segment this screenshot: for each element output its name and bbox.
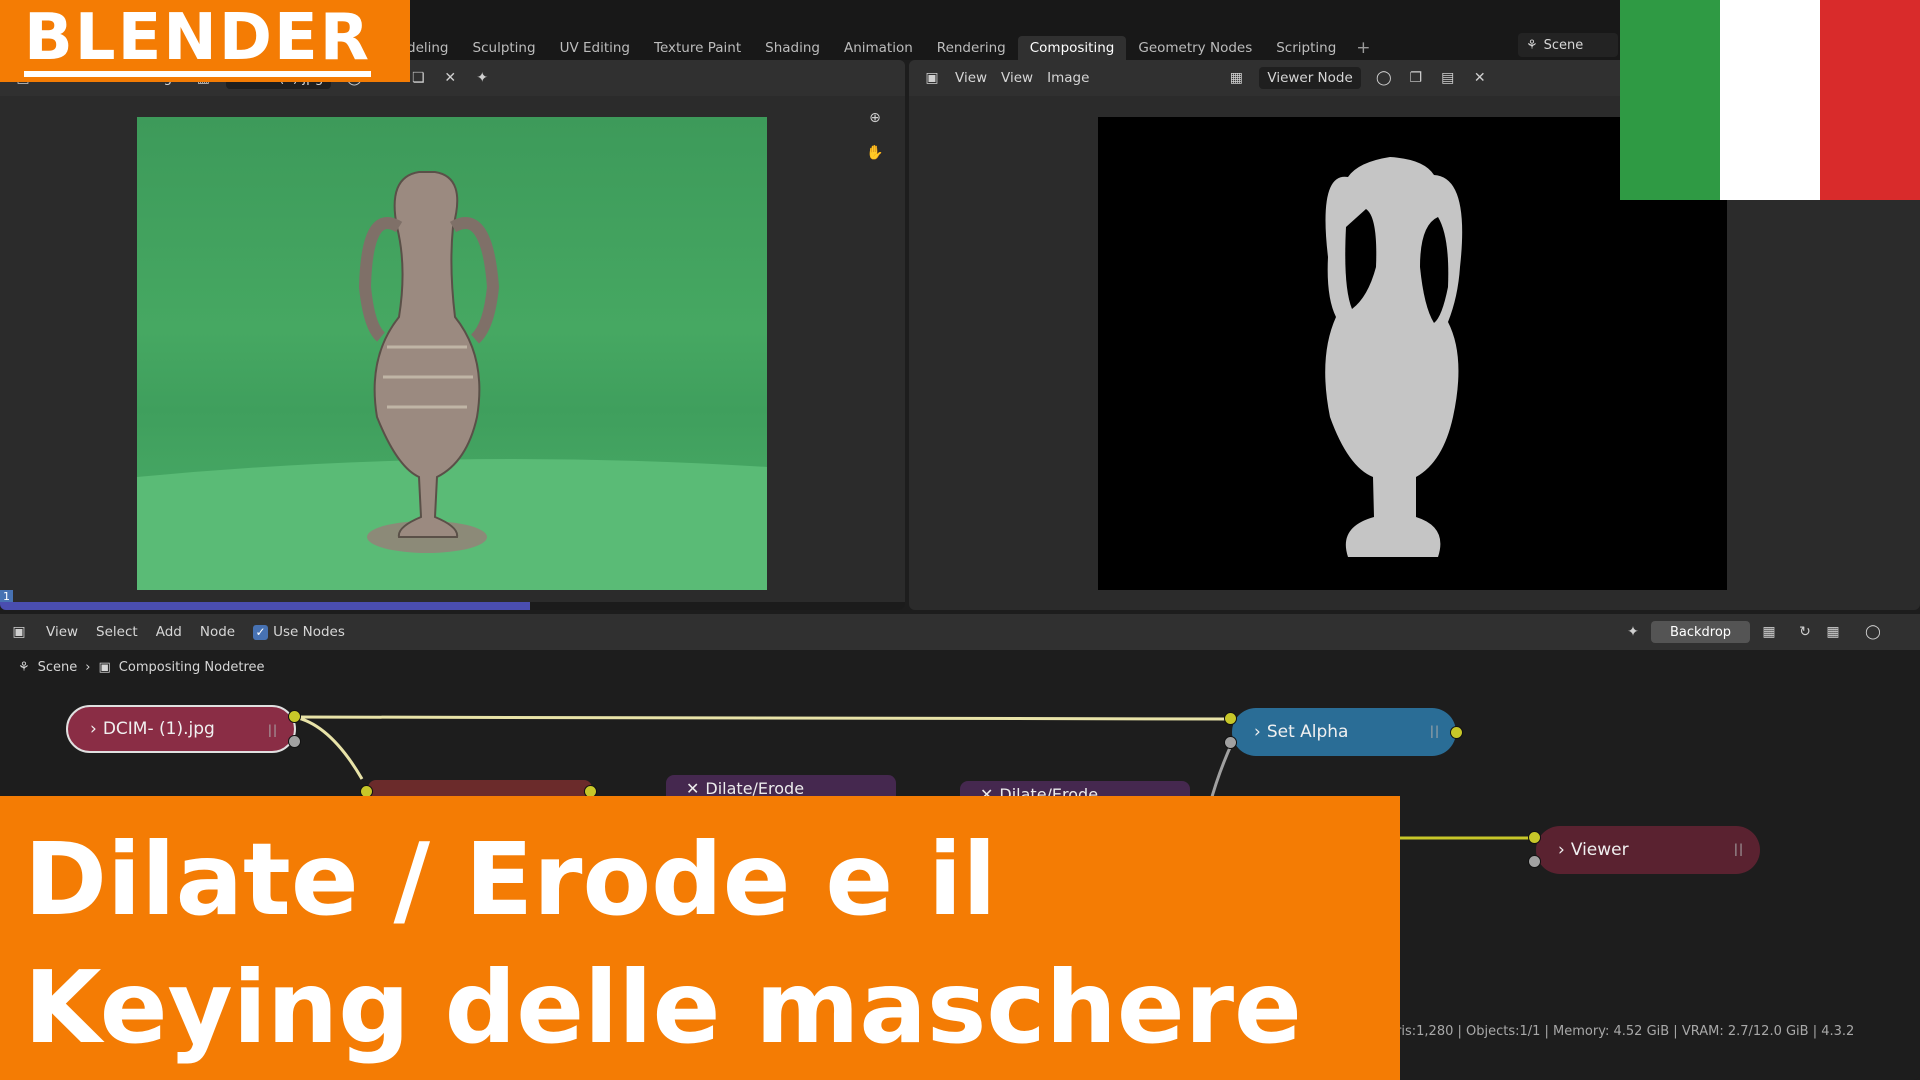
set-alpha-image-input[interactable] <box>1224 712 1237 725</box>
zoom-icon[interactable]: ⊕ <box>866 109 884 127</box>
title-banner: Dilate / Erode e il Keying delle mascher… <box>0 796 1400 1080</box>
image-node-label: DCIM- (1).jpg <box>102 719 215 739</box>
tab-animation[interactable]: Animation <box>832 36 925 60</box>
workspace-tabs: deling Sculpting UV Editing Texture Pain… <box>395 36 1379 60</box>
timeline-fill <box>0 602 530 610</box>
scene-name: Scene <box>1543 37 1584 53</box>
flag-red-stripe <box>1820 0 1920 200</box>
flag-white-stripe <box>1720 0 1820 200</box>
drag-grip-icon[interactable]: || <box>268 723 278 737</box>
chevron-right-icon: › <box>1254 722 1261 742</box>
viewer-node[interactable]: › Viewer || <box>1536 826 1760 874</box>
viewer-node-label: Viewer <box>1570 840 1629 860</box>
set-alpha-output[interactable] <box>1450 726 1463 739</box>
set-alpha-node[interactable]: › Set Alpha || <box>1232 708 1456 756</box>
tab-shading[interactable]: Shading <box>753 36 832 60</box>
unlink-icon[interactable]: ✕ <box>1471 69 1489 87</box>
image-editor-left: ▣ View View Image ▦ DCIM- (1).jpg ◯ ❐ ❏ … <box>0 60 905 610</box>
vase-image <box>137 171 767 590</box>
tab-texture-paint[interactable]: Texture Paint <box>642 36 753 60</box>
tab-scripting[interactable]: Scripting <box>1264 36 1348 60</box>
logo-text: BLENDER <box>24 1 371 77</box>
new-image-icon[interactable]: ❏ <box>409 69 427 87</box>
set-alpha-alpha-input[interactable] <box>1224 736 1237 749</box>
editor-type-icon[interactable]: ▣ <box>923 69 941 87</box>
pin-icon[interactable]: ✦ <box>473 69 491 87</box>
unlink-icon[interactable]: ✕ <box>441 69 459 87</box>
italian-flag <box>1620 0 1920 200</box>
image-node[interactable]: › DCIM- (1).jpg || <box>66 705 296 753</box>
scene-selector[interactable]: ⚘ Scene <box>1518 33 1618 57</box>
chevron-right-icon: › <box>90 719 97 739</box>
scene-icon: ⚘ <box>1526 37 1538 53</box>
title-line-2: Keying delle maschere <box>24 949 1302 1066</box>
drag-grip-icon[interactable]: || <box>1734 842 1744 856</box>
set-alpha-label: Set Alpha <box>1266 722 1349 742</box>
folder-icon[interactable]: ▤ <box>1439 69 1457 87</box>
drag-grip-icon[interactable]: || <box>1430 724 1440 738</box>
flag-green-stripe <box>1620 0 1720 200</box>
fake-user-icon[interactable]: ◯ <box>1375 69 1393 87</box>
tab-rendering[interactable]: Rendering <box>925 36 1018 60</box>
chevron-right-icon: › <box>1558 840 1565 860</box>
image-browse-icon[interactable]: ▦ <box>1227 69 1245 87</box>
tab-geometry-nodes[interactable]: Geometry Nodes <box>1126 36 1264 60</box>
view-menu-1[interactable]: View <box>955 70 987 86</box>
timeline-scrub[interactable] <box>0 602 905 610</box>
image-menu[interactable]: Image <box>1047 70 1089 86</box>
viewer-node-field[interactable]: Viewer Node <box>1259 67 1361 89</box>
add-workspace-icon[interactable]: + <box>1348 36 1378 60</box>
tab-sculpting[interactable]: Sculpting <box>461 36 548 60</box>
tab-compositing[interactable]: Compositing <box>1017 36 1127 60</box>
viewer-alpha-input[interactable] <box>1528 855 1541 868</box>
image-output-socket[interactable] <box>288 710 301 723</box>
blender-logo: BLENDER <box>0 0 410 82</box>
title-line-1: Dilate / Erode e il <box>24 821 997 938</box>
status-bar: Tris:1,280 | Objects:1/1 | Memory: 4.52 … <box>1390 1024 1855 1039</box>
tab-uv-editing[interactable]: UV Editing <box>548 36 642 60</box>
alpha-output-socket[interactable] <box>288 735 301 748</box>
pan-hand-icon[interactable]: ✋ <box>866 144 884 162</box>
viewer-image-input[interactable] <box>1528 831 1541 844</box>
source-image-preview <box>137 117 767 590</box>
duplicate-icon[interactable]: ❐ <box>1407 69 1425 87</box>
view-menu-2[interactable]: View <box>1001 70 1033 86</box>
